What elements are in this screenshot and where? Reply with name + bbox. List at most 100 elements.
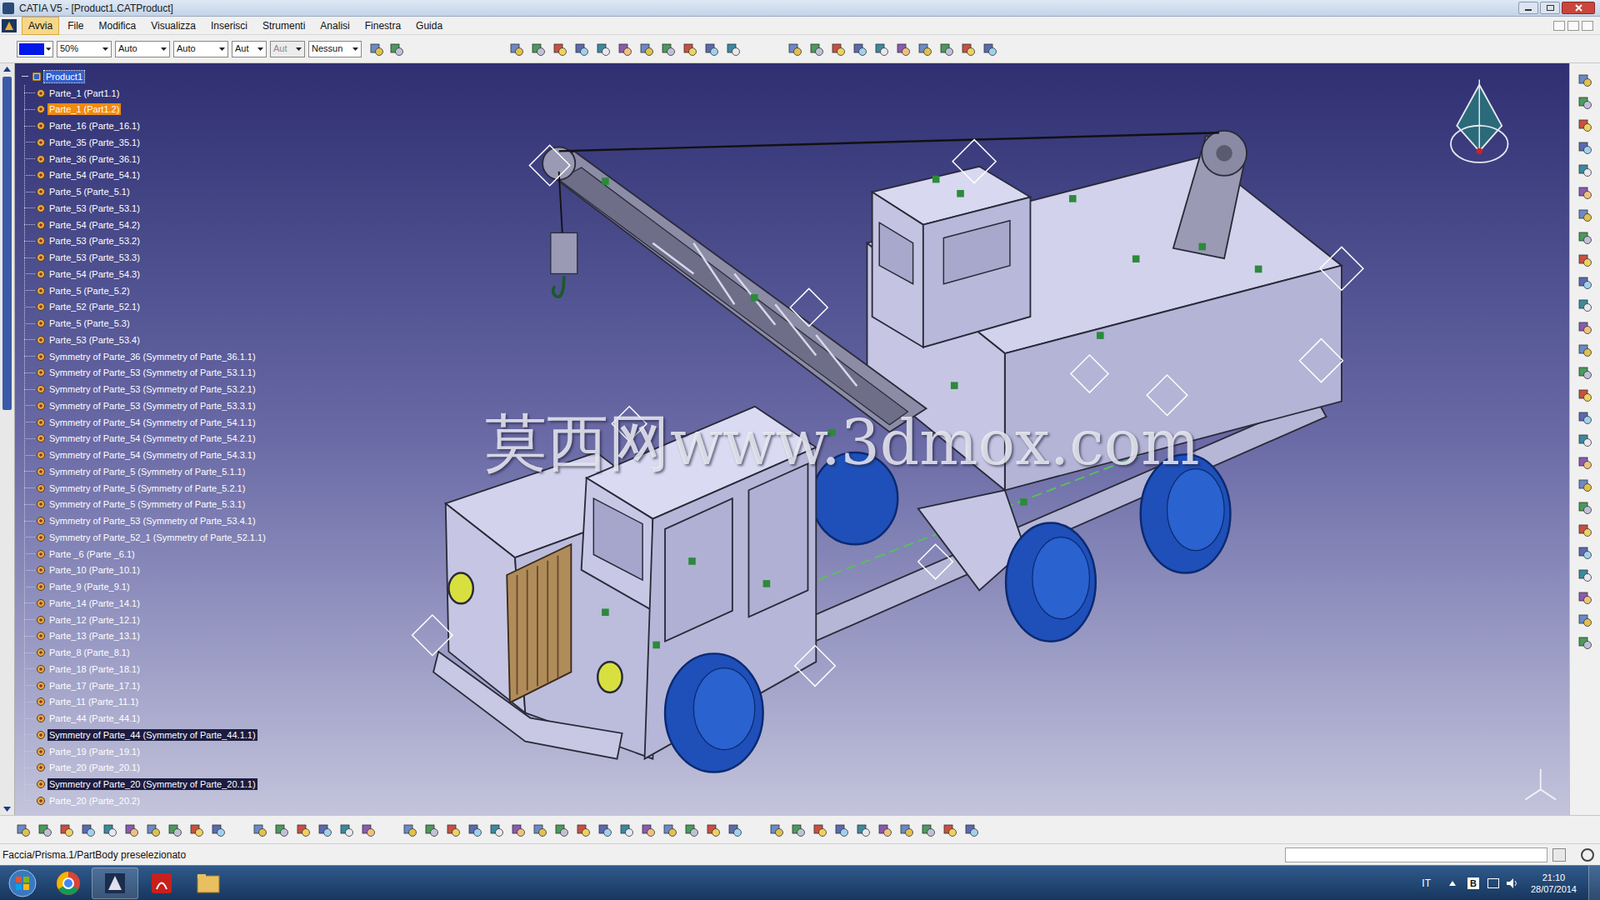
menu-item[interactable]: File xyxy=(60,16,90,35)
menu-item[interactable]: Avvia xyxy=(21,16,60,35)
tree-item-label[interactable]: Symmetry of Parte_36 (Symmetry of Parte_… xyxy=(47,350,258,363)
language-indicator[interactable]: IT xyxy=(1421,875,1431,891)
workbench-tool-icon[interactable] xyxy=(1576,431,1594,449)
tree-item-label[interactable]: Symmetry of Parte_53 (Symmetry of Parte_… xyxy=(47,366,258,379)
doc-close-button[interactable] xyxy=(1581,20,1594,31)
tree-item-label[interactable]: Parte_9 (Parte_9.1) xyxy=(47,580,132,593)
tree-row[interactable]: Symmetry of Parte_5 (Symmetry of Parte_5… xyxy=(20,463,268,480)
file-tool-icon[interactable] xyxy=(58,821,75,839)
tree-item-label[interactable]: Parte _6 (Parte _6.1) xyxy=(47,548,137,560)
menu-item[interactable]: Visualizza xyxy=(144,16,203,35)
tree-item-label[interactable]: Symmetry of Parte_20 (Symmetry of Parte_… xyxy=(47,778,258,790)
tree-row[interactable]: Symmetry of Parte_52_1 (Symmetry of Part… xyxy=(20,529,268,546)
maximize-button[interactable] xyxy=(1540,1,1560,15)
workbench-tool-icon[interactable] xyxy=(1576,296,1594,314)
formula-tool-icon[interactable] xyxy=(316,821,334,839)
toolbar-dropdown[interactable]: Nessun xyxy=(308,40,362,58)
tree-row[interactable]: Parte_53 (Parte_53.1) xyxy=(20,200,268,217)
workbench-tool-icon[interactable] xyxy=(1576,499,1594,516)
tree-item-label[interactable]: Parte_16 (Parte_16.1) xyxy=(47,120,142,132)
workbench-tool-icon[interactable] xyxy=(1576,521,1594,539)
view-tool-icon[interactable] xyxy=(596,821,614,839)
tray-expand-icon[interactable] xyxy=(1449,880,1456,886)
tree-row[interactable]: Parte_9 (Parte_9.1) xyxy=(20,578,268,595)
tree-row[interactable]: Parte_20 (Parte_20.1) xyxy=(20,760,268,777)
assembly-tool-icon[interactable] xyxy=(616,40,634,58)
menu-item[interactable]: Finestra xyxy=(358,16,408,35)
formula-tool-icon[interactable] xyxy=(338,821,355,839)
tree-item-label[interactable]: Parte_5 (Parte_5.3) xyxy=(47,317,132,330)
tree-row[interactable]: Parte_19 (Parte_19.1) xyxy=(20,743,268,760)
menu-item[interactable]: Inserisci xyxy=(204,16,255,35)
minimize-button[interactable] xyxy=(1518,1,1539,15)
tree-row[interactable]: Parte_53 (Parte_53.2) xyxy=(20,233,268,250)
tree-row[interactable]: Parte_5 (Parte_5.1) xyxy=(20,183,268,200)
tree-row[interactable]: Symmetry of Parte_54 (Symmetry of Parte_… xyxy=(20,414,268,431)
assembly-tool-icon[interactable] xyxy=(725,40,742,58)
tree-row[interactable]: Symmetry of Parte_20 (Symmetry of Parte_… xyxy=(20,775,268,793)
view-tool-icon[interactable] xyxy=(445,821,462,839)
doc-restore-button[interactable] xyxy=(1567,20,1580,31)
tree-item-label[interactable]: Symmetry of Parte_53 (Symmetry of Parte_… xyxy=(47,515,258,527)
measure-tool-icon[interactable] xyxy=(876,821,894,839)
workbench-tool-icon[interactable] xyxy=(1576,206,1594,224)
assembly-tool-icon[interactable] xyxy=(573,40,590,58)
view-tool-icon[interactable] xyxy=(661,821,679,839)
tree-item-label[interactable]: Symmetry of Parte_44 (Symmetry of Parte_… xyxy=(47,729,258,741)
tree-row[interactable]: Parte_18 (Parte_18.1) xyxy=(20,660,268,678)
menu-item[interactable]: Modifica xyxy=(91,16,143,35)
tree-row[interactable]: Symmetry of Parte_5 (Symmetry of Parte_5… xyxy=(20,480,268,497)
file-tool-icon[interactable] xyxy=(36,821,54,839)
catia-taskbar-button[interactable] xyxy=(91,867,139,900)
tree-item-label[interactable]: Parte_13 (Parte_13.1) xyxy=(47,630,142,642)
tree-item-label[interactable]: Symmetry of Parte_5 (Symmetry of Parte_5… xyxy=(47,465,247,478)
view-tool-icon[interactable] xyxy=(618,821,635,839)
measure-tool-icon[interactable] xyxy=(790,821,807,839)
constraint-tool-icon[interactable] xyxy=(830,40,847,58)
color-dropdown[interactable] xyxy=(16,40,54,58)
tree-item-label[interactable]: Parte_18 (Parte_18.1) xyxy=(47,663,142,675)
tree-item-label[interactable]: Parte_5 (Parte_5.2) xyxy=(47,285,132,297)
workbench-tool-icon[interactable] xyxy=(1576,319,1594,336)
workbench-tool-icon[interactable] xyxy=(1576,274,1594,291)
toolbar-dropdown[interactable]: 50% xyxy=(56,40,112,58)
tree-item-label[interactable]: Parte_8 (Parte_8.1) xyxy=(47,646,132,659)
tree-item-label[interactable]: Parte_14 (Parte_14.1) xyxy=(47,597,142,610)
view-tool-icon[interactable] xyxy=(423,821,440,839)
workbench-tool-icon[interactable] xyxy=(1576,139,1594,156)
measure-tool-icon[interactable] xyxy=(833,821,850,839)
explorer-taskbar-button[interactable] xyxy=(185,867,232,900)
assembly-tool-icon[interactable] xyxy=(595,40,612,58)
workbench-tool-icon[interactable] xyxy=(1576,589,1594,606)
tree-row[interactable]: Parte_10 (Parte_10.1) xyxy=(20,562,268,580)
measure-tool-icon[interactable] xyxy=(941,821,959,839)
tree-root-label[interactable]: Product1 xyxy=(44,70,85,83)
assembly-tool-icon[interactable] xyxy=(551,40,569,58)
measure-tool-icon[interactable] xyxy=(855,821,872,839)
toolbar-dropdown[interactable]: Auto xyxy=(173,40,229,58)
view-tool-icon[interactable] xyxy=(705,821,722,839)
measure-tool-icon[interactable] xyxy=(811,821,829,839)
tree-row[interactable]: Parte_1 (Part1.1) xyxy=(20,85,268,102)
menu-item[interactable]: Analisi xyxy=(313,16,356,35)
workbench-tool-icon[interactable] xyxy=(1576,634,1594,651)
tree-item-label[interactable]: Parte_10 (Parte_10.1) xyxy=(47,564,142,576)
tree-row[interactable]: Parte_54 (Parte_54.3) xyxy=(20,265,268,283)
search-icon[interactable] xyxy=(1580,848,1595,862)
file-tool-icon[interactable] xyxy=(210,821,227,839)
measure-tool-icon[interactable] xyxy=(963,821,980,839)
tree-item-label[interactable]: Parte_52 (Parte_52.1) xyxy=(47,300,142,313)
file-tool-icon[interactable] xyxy=(101,821,119,839)
formula-tool-icon[interactable] xyxy=(273,821,290,839)
tree-item-label[interactable]: Parte_36 (Parte_36.1) xyxy=(47,153,142,165)
show-desktop-button[interactable] xyxy=(1588,865,1600,900)
file-tool-icon[interactable] xyxy=(145,821,162,839)
tree-row[interactable]: Symmetry of Parte_36 (Symmetry of Parte_… xyxy=(20,348,268,365)
view-tool-icon[interactable] xyxy=(466,821,484,839)
scroll-up-icon[interactable] xyxy=(0,63,15,75)
scroll-thumb[interactable] xyxy=(2,76,12,410)
constraint-tool-icon[interactable] xyxy=(873,40,890,58)
toolbar-dropdown[interactable]: Aut xyxy=(231,40,267,58)
tree-item-label[interactable]: Parte_54 (Parte_54.1) xyxy=(47,169,142,181)
speaker-icon[interactable] xyxy=(1505,877,1520,890)
